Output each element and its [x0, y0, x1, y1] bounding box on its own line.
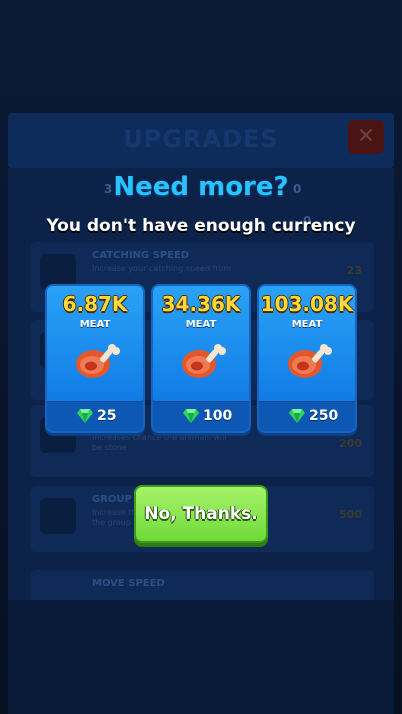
gem-icon: [183, 409, 199, 423]
offer-card-2[interactable]: 34.36K MEAT 100: [151, 284, 251, 433]
upgrade-description: Increase your catching speed from: [92, 264, 232, 273]
offer-amount: 6.87K: [62, 292, 128, 316]
offer-price: 250: [309, 408, 339, 424]
offer-card-3[interactable]: 103.08K MEAT 250: [257, 284, 357, 433]
upgrade-cost: 23: [346, 264, 362, 277]
bottom-nav: [8, 600, 394, 714]
offer-price-bar: 250: [259, 401, 355, 431]
gear-icon: [40, 498, 76, 534]
dialog-subline: You don't have enough currency: [46, 216, 356, 236]
upgrade-cost: 200: [339, 437, 362, 450]
upgrade-cost: 500: [339, 508, 362, 521]
offer-price-bar: 25: [47, 401, 143, 431]
upgrades-title: UPGRADES: [123, 125, 279, 153]
gem-icon: [77, 409, 93, 423]
offer-amount: 34.36K: [161, 292, 241, 316]
offer-resource-label: MEAT: [291, 319, 323, 330]
offer-resource-label: MEAT: [185, 319, 217, 330]
close-button[interactable]: ✕: [348, 120, 384, 154]
meat-icon: [182, 344, 226, 378]
upgrade-description: Increases chance the animals will be sto…: [92, 433, 227, 452]
offer-price-bar: 100: [153, 401, 249, 431]
no-thanks-button[interactable]: No, Thanks.: [134, 485, 268, 543]
offer-resource-label: MEAT: [79, 319, 111, 330]
upgrade-label: GROUP: [92, 494, 132, 505]
dialog-headline: Need more?: [113, 172, 289, 202]
offer-price: 100: [203, 408, 233, 424]
offer-amount: 103.08K: [260, 292, 354, 316]
offer-price: 25: [97, 408, 117, 424]
meat-icon: [76, 344, 120, 378]
offer-card-1[interactable]: 6.87K MEAT 25: [45, 284, 145, 433]
upgrade-label: CATCHING SPEED: [92, 250, 190, 261]
upgrade-label: MOVE SPEED: [92, 578, 165, 589]
meat-icon: [288, 344, 332, 378]
gem-icon: [289, 409, 305, 423]
